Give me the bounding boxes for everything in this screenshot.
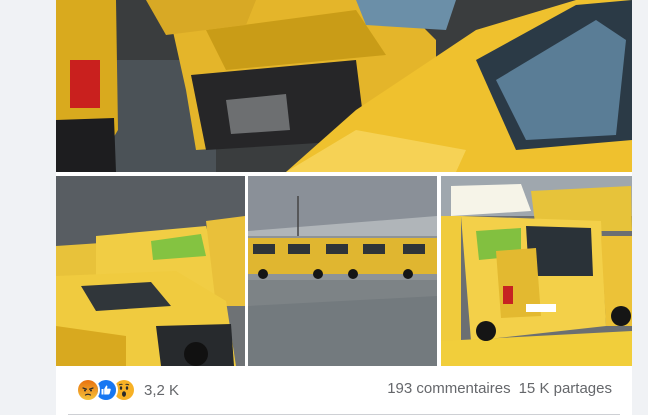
photo-left-image: [56, 176, 245, 366]
angry-reaction-icon: [76, 378, 100, 402]
shares-count-link[interactable]: 15 K partages: [519, 380, 612, 397]
reactions-summary[interactable]: 3,2 K: [76, 378, 179, 402]
post-stats: 193 commentaires 15 K partages: [387, 380, 612, 397]
photo-right-image: [441, 176, 632, 366]
photo-main-image: [56, 0, 632, 172]
post-footer: 3,2 K 193 commentaires 15 K partages: [56, 366, 632, 415]
photo-middle-image: [248, 176, 437, 366]
photo-vans-parking-lot[interactable]: [248, 176, 437, 366]
facebook-post: 3,2 K 193 commentaires 15 K partages: [56, 0, 632, 415]
photo-yellow-van-front[interactable]: [441, 176, 632, 366]
comments-count-link[interactable]: 193 commentaires: [387, 380, 510, 397]
photo-vans-row[interactable]: [56, 176, 245, 366]
photo-main-vans-closeup[interactable]: [56, 0, 632, 172]
reactions-count: 3,2 K: [144, 381, 180, 399]
